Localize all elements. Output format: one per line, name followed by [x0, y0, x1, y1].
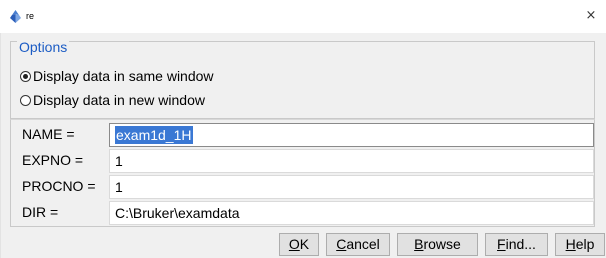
- ok-label-rest: K: [299, 236, 310, 252]
- dialog-content: Options Display data in same window Disp…: [0, 33, 606, 258]
- radio-new-window-label: Display data in new window: [33, 92, 205, 108]
- cancel-button[interactable]: Cancel: [326, 233, 390, 256]
- fields-panel: NAME = exam1d_1H EXPNO = 1 PROCNO = 1 DI…: [10, 119, 595, 227]
- radio-checked-icon[interactable]: [20, 70, 31, 82]
- dir-field[interactable]: C:\Bruker\examdata: [109, 201, 594, 225]
- close-icon[interactable]: ×: [580, 5, 602, 27]
- ok-mnemonic: O: [288, 236, 300, 252]
- browse-label-rest: rowse: [423, 236, 461, 252]
- help-mnemonic: H: [565, 236, 576, 252]
- procno-label: PROCNO =: [22, 178, 96, 194]
- find-mnemonic: F: [497, 236, 506, 252]
- name-label: NAME =: [22, 126, 75, 142]
- help-button[interactable]: Help: [555, 233, 605, 256]
- dir-label: DIR =: [22, 204, 59, 220]
- expno-label: EXPNO =: [22, 152, 84, 168]
- expno-row: EXPNO = 1: [11, 148, 596, 174]
- procno-field[interactable]: 1: [109, 175, 594, 199]
- name-row: NAME = exam1d_1H: [11, 122, 596, 148]
- help-label-rest: elp: [575, 236, 595, 252]
- radio-same-window[interactable]: Display data in same window: [20, 68, 214, 84]
- procno-row: PROCNO = 1: [11, 174, 596, 200]
- name-value: exam1d_1H: [115, 126, 193, 144]
- expno-field[interactable]: 1: [109, 149, 594, 173]
- cancel-mnemonic: C: [336, 236, 347, 252]
- browse-button[interactable]: Browse: [397, 233, 478, 256]
- find-button[interactable]: Find...: [485, 233, 548, 256]
- ok-button[interactable]: OK: [279, 233, 319, 256]
- options-group: Options Display data in same window Disp…: [10, 39, 595, 119]
- find-label-rest: ind...: [505, 236, 536, 252]
- dialog-window: re × Options Display data in same window…: [0, 0, 606, 258]
- radio-same-window-label: Display data in same window: [33, 68, 214, 84]
- radio-unchecked-icon[interactable]: [20, 94, 31, 106]
- options-legend: Options: [17, 39, 70, 55]
- name-field[interactable]: exam1d_1H: [109, 123, 594, 147]
- app-icon: [10, 10, 21, 23]
- dir-row: DIR = C:\Bruker\examdata: [11, 200, 596, 226]
- window-title: re: [26, 11, 35, 21]
- title-bar[interactable]: re ×: [0, 0, 606, 33]
- cancel-label-rest: ancel: [346, 236, 380, 252]
- radio-new-window[interactable]: Display data in new window: [20, 92, 205, 108]
